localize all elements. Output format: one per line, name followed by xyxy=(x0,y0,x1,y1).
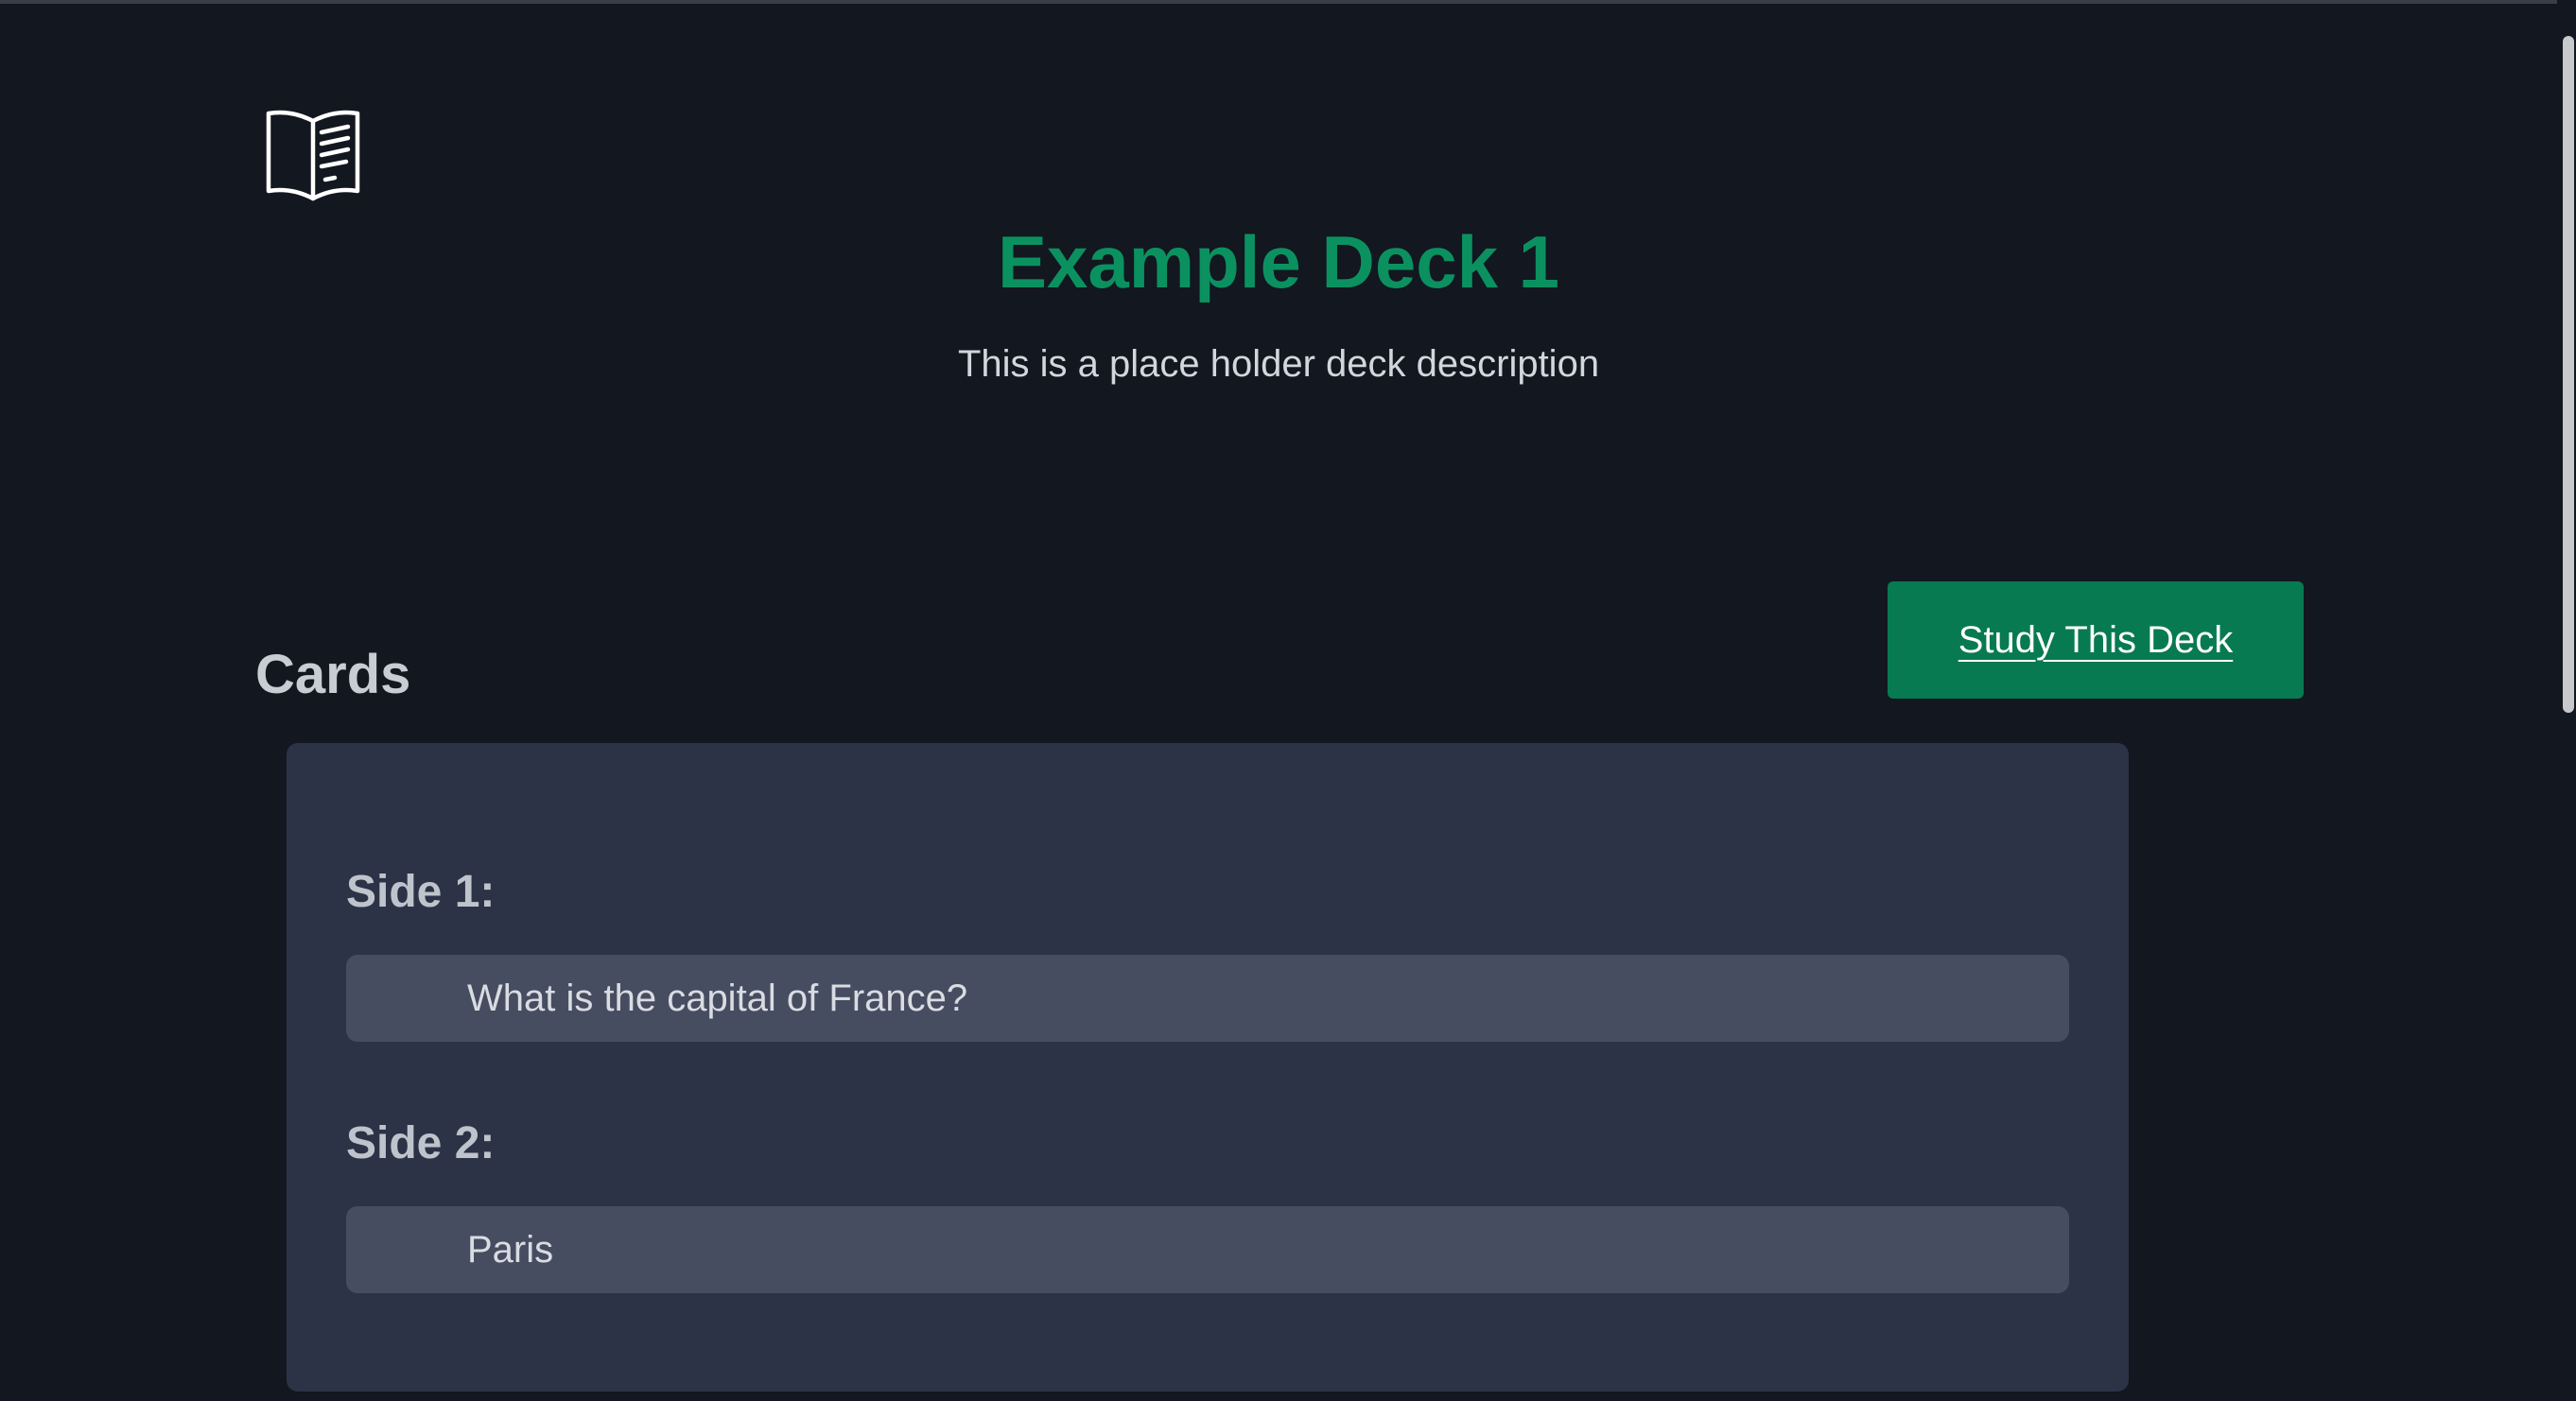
cards-heading: Cards xyxy=(255,644,411,705)
deck-description: This is a place holder deck description xyxy=(957,343,1600,385)
page: Example Deck 1 This is a place holder de… xyxy=(0,0,2576,1401)
side-2-field[interactable]: Paris xyxy=(346,1206,2069,1293)
study-deck-button-label: Study This Deck xyxy=(1958,618,2234,661)
flashcard: Side 1: What is the capital of France? S… xyxy=(287,743,2129,1392)
study-deck-button[interactable]: Study This Deck xyxy=(1888,581,2304,699)
window-top-border xyxy=(0,0,2576,4)
side-1-field[interactable]: What is the capital of France? xyxy=(346,955,2069,1042)
open-book-icon[interactable] xyxy=(263,104,363,204)
side-2-label: Side 2: xyxy=(346,1118,496,1168)
side-1-label: Side 1: xyxy=(346,867,496,917)
scrollbar-thumb[interactable] xyxy=(2563,36,2574,713)
deck-title: Example Deck 1 xyxy=(997,220,1560,303)
